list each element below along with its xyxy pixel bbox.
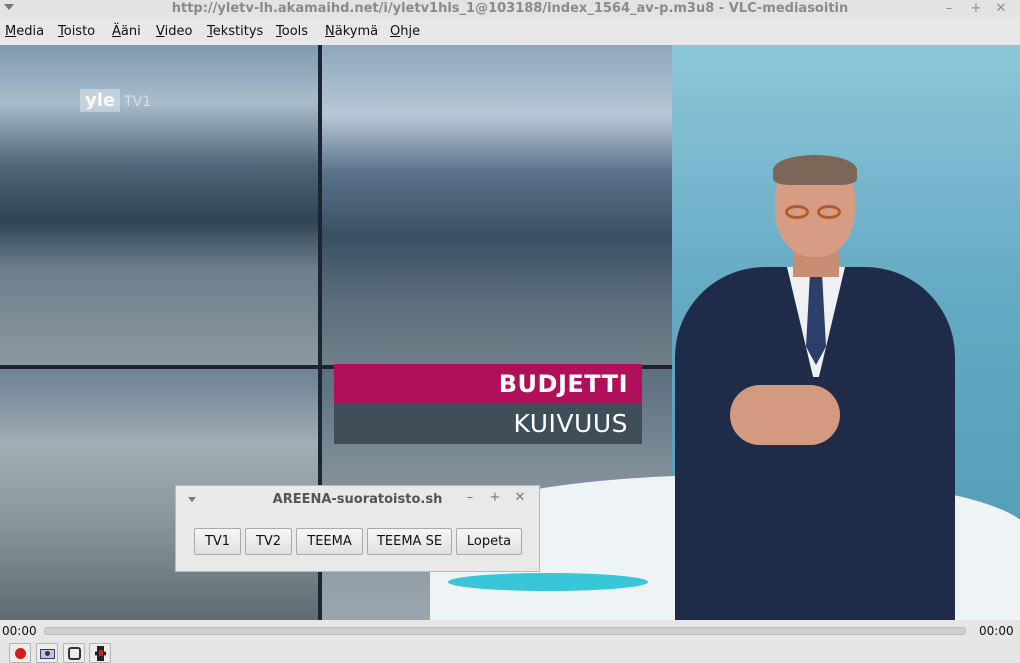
menu-tekstitys-label: ekstitys bbox=[212, 24, 264, 39]
dialog-title-bar[interactable]: AREENA-suoratoisto.sh – + ✕ bbox=[176, 486, 539, 513]
dialog-close-button[interactable]: ✕ bbox=[512, 490, 528, 505]
menu-tools-label: ools bbox=[281, 24, 309, 39]
menu-nakyma-label: äkymä bbox=[334, 24, 379, 39]
subline-banner: KUIVUUS bbox=[334, 404, 642, 444]
menu-bar: Media Toisto Ääni Video Tekstitys Tools … bbox=[0, 18, 1020, 45]
dialog-maximize-button[interactable]: + bbox=[487, 490, 503, 505]
window-title: http://yletv-lh.akamaihd.net/i/yletv1hls… bbox=[171, 1, 849, 16]
channel-logo: yle TV1 bbox=[80, 87, 151, 112]
menu-ohje-label: hje bbox=[400, 24, 421, 39]
total-time: 00:00 bbox=[979, 624, 1014, 638]
record-button[interactable] bbox=[9, 643, 31, 663]
headline-text: BUDJETTI bbox=[498, 370, 628, 398]
title-bar: http://yletv-lh.akamaihd.net/i/yletv1hls… bbox=[0, 0, 1020, 18]
frame-step-button[interactable] bbox=[89, 643, 111, 663]
teema-se-button[interactable]: TEEMA SE bbox=[367, 528, 452, 555]
playback-controls: 00:00 00:00 bbox=[0, 620, 1020, 663]
subline-text: KUIVUUS bbox=[513, 409, 628, 438]
menu-media-mnemonic: M bbox=[5, 24, 17, 39]
elapsed-time: 00:00 bbox=[2, 624, 37, 638]
menu-media-label: edia bbox=[16, 24, 45, 39]
menu-ohje-mnemonic: O bbox=[390, 24, 401, 39]
loop-ab-button[interactable] bbox=[63, 643, 85, 663]
tv2-button[interactable]: TV2 bbox=[245, 528, 292, 555]
menu-nakyma[interactable]: Näkymä bbox=[325, 24, 378, 39]
lopeta-button[interactable]: Lopeta bbox=[456, 528, 522, 555]
menu-video-mnemonic: V bbox=[156, 24, 165, 39]
menu-ohje[interactable]: Ohje bbox=[390, 24, 420, 39]
tv1-button[interactable]: TV1 bbox=[194, 528, 241, 555]
menu-tekstitys[interactable]: Tekstitys bbox=[207, 24, 263, 39]
menu-aani[interactable]: Ääni bbox=[112, 24, 141, 39]
menu-video-label: ideo bbox=[164, 24, 193, 39]
loop-icon bbox=[68, 647, 81, 660]
anchor-hair bbox=[773, 155, 857, 185]
menu-toisto[interactable]: Toisto bbox=[58, 24, 95, 39]
teema-button[interactable]: TEEMA bbox=[296, 528, 363, 555]
dialog-minimize-button[interactable]: – bbox=[462, 490, 478, 505]
glasses-lens-left bbox=[785, 205, 809, 219]
menu-tools[interactable]: Tools bbox=[276, 24, 308, 39]
channel-name: TV1 bbox=[124, 94, 152, 110]
headline-banner: BUDJETTI bbox=[334, 364, 642, 404]
frame-step-icon bbox=[95, 646, 106, 661]
desk-light bbox=[448, 573, 648, 591]
snapshot-button[interactable] bbox=[36, 643, 58, 663]
seek-slider[interactable] bbox=[44, 627, 966, 635]
wall-panel-machinery bbox=[0, 45, 318, 365]
areena-dialog: AREENA-suoratoisto.sh – + ✕ TV1 TV2 TEEM… bbox=[175, 485, 540, 572]
menu-aani-mnemonic: Ä bbox=[112, 24, 121, 39]
close-button[interactable]: ✕ bbox=[992, 0, 1010, 18]
menu-nakyma-mnemonic: N bbox=[325, 24, 335, 39]
menu-media[interactable]: Media bbox=[5, 24, 44, 39]
menu-video[interactable]: Video bbox=[156, 24, 192, 39]
anchor-glasses bbox=[781, 205, 847, 219]
yle-logo-icon: yle bbox=[80, 89, 121, 112]
minimize-button[interactable]: – bbox=[940, 0, 958, 18]
maximize-button[interactable]: + bbox=[967, 0, 985, 18]
dialog-title: AREENA-suoratoisto.sh bbox=[272, 492, 443, 507]
glasses-lens-right bbox=[817, 205, 841, 219]
record-icon bbox=[15, 648, 26, 659]
news-anchor bbox=[675, 155, 955, 620]
menu-aani-label: äni bbox=[120, 24, 141, 39]
snapshot-icon bbox=[40, 649, 55, 659]
menu-toisto-label: oisto bbox=[63, 24, 96, 39]
wall-panel-tractor bbox=[322, 45, 672, 365]
anchor-hands bbox=[730, 385, 840, 445]
